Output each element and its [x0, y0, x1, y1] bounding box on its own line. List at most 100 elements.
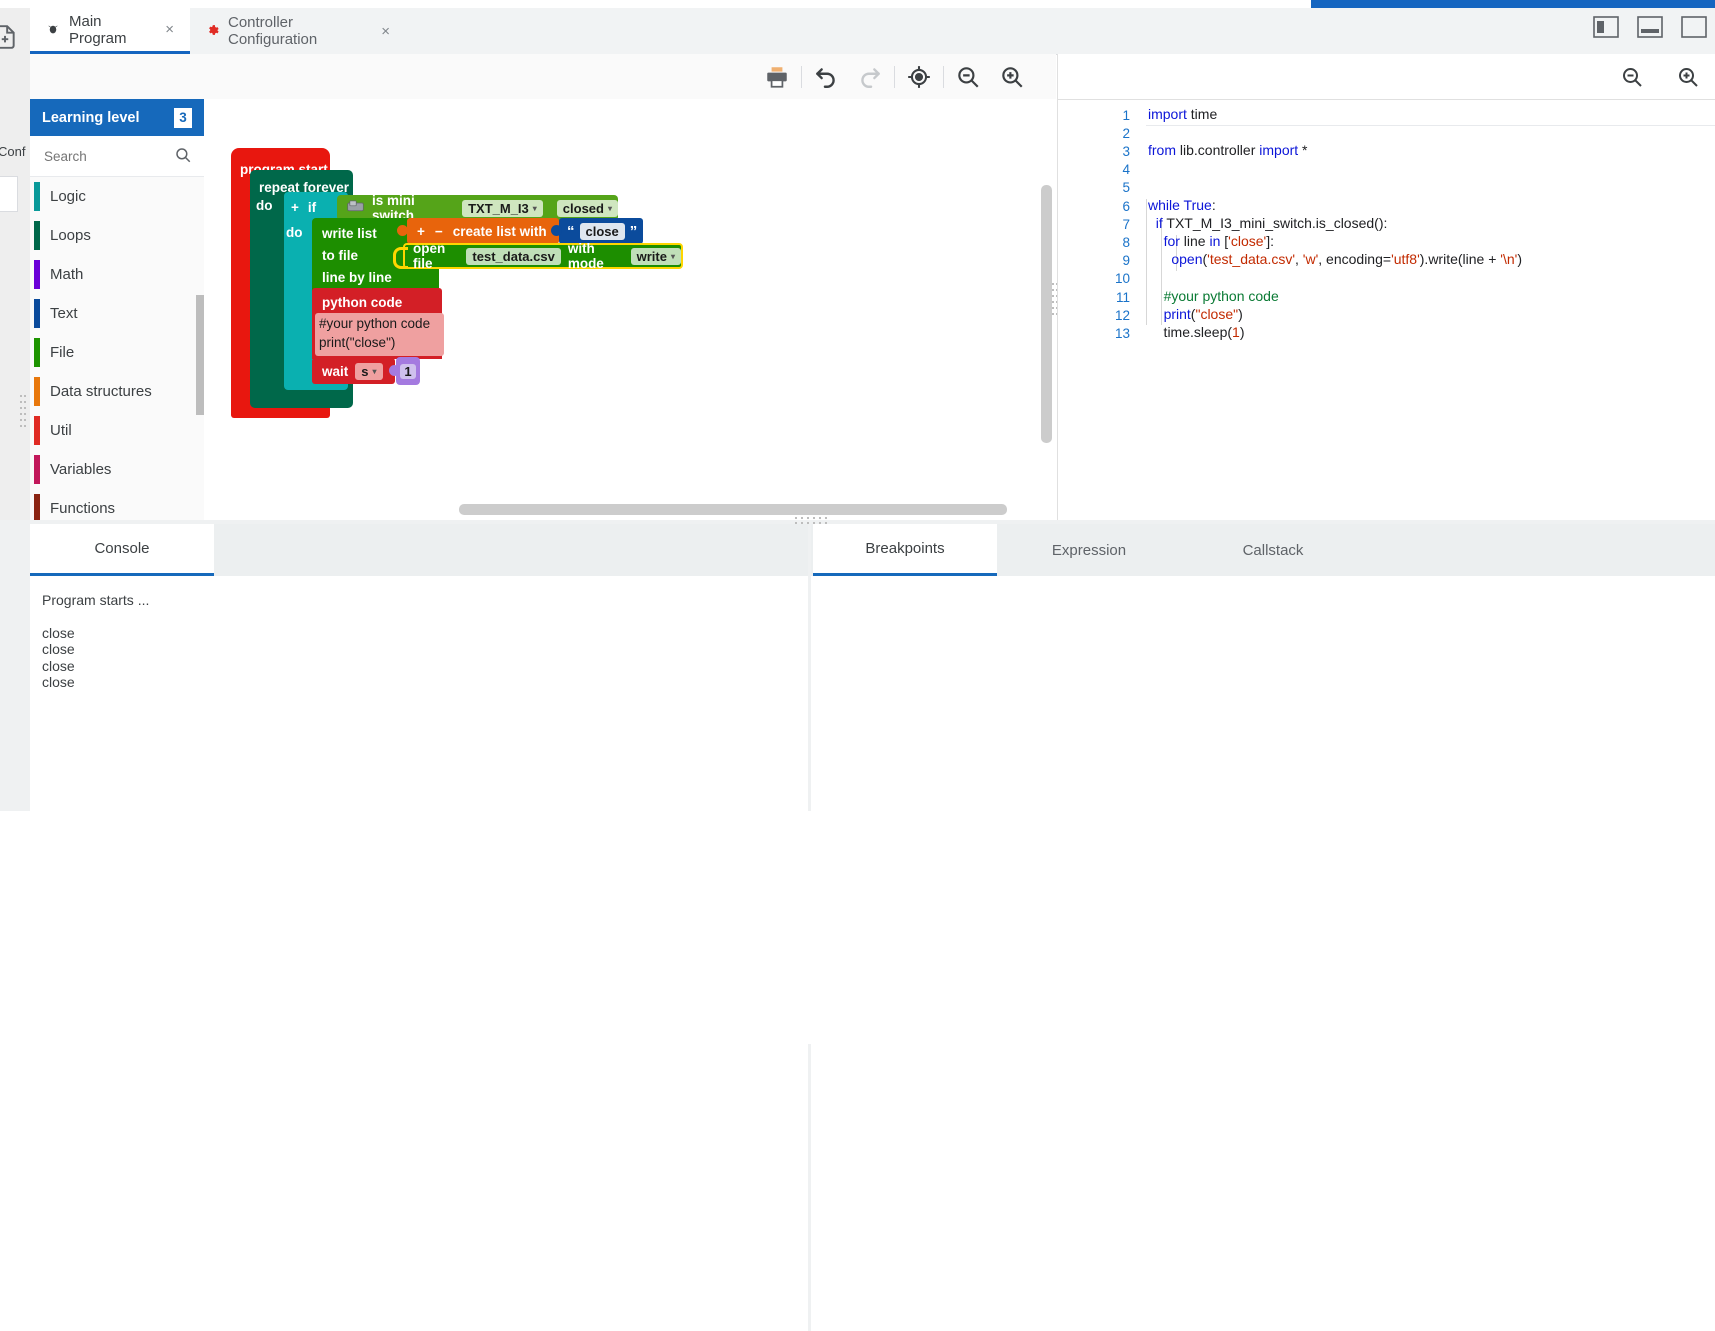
- block-list-minus[interactable]: −: [435, 224, 443, 239]
- tab-label: Controller Configuration: [228, 14, 318, 48]
- block-label: line by line: [322, 270, 392, 285]
- minimize-icon[interactable]: [1637, 16, 1663, 38]
- window-top-strip: [0, 0, 1715, 8]
- line-number: 7: [1122, 217, 1130, 232]
- debug-panel: Breakpoints Expression Callstack: [811, 524, 1715, 811]
- line-number: 3: [1122, 144, 1130, 159]
- search-input[interactable]: [42, 147, 166, 165]
- block-label: create list with: [452, 223, 547, 239]
- panel-divider[interactable]: [808, 1044, 811, 1331]
- dock-resize-grip[interactable]: [795, 517, 829, 525]
- console-line: close: [42, 624, 75, 641]
- tab-console[interactable]: Console: [30, 524, 214, 576]
- category-color-bar: [34, 299, 40, 328]
- tab-controller-configuration[interactable]: Controller Configuration ×: [190, 8, 406, 54]
- rail-conf-label: Conf: [0, 144, 26, 159]
- block-list-plus[interactable]: +: [417, 224, 425, 239]
- category-logic[interactable]: Logic: [30, 177, 204, 216]
- bug-icon: [46, 22, 60, 37]
- line-number: 13: [1114, 326, 1130, 341]
- tab-callstack[interactable]: Callstack: [1181, 524, 1365, 576]
- center-blocks-button[interactable]: [897, 54, 941, 99]
- block-label: if: [307, 200, 317, 215]
- block-palette: Learning level 3 Logic Loops Math: [30, 99, 205, 520]
- tab-label: Main Program: [69, 12, 127, 47]
- block-label: do: [256, 197, 273, 213]
- console-line: close: [42, 674, 75, 690]
- code-line: import time: [1148, 106, 1218, 122]
- category-label: Data structures: [50, 383, 152, 400]
- undo-button[interactable]: [804, 54, 848, 99]
- tab-main-program[interactable]: Main Program ×: [30, 8, 190, 54]
- tab-label: Expression: [1051, 541, 1127, 559]
- field-wait-value[interactable]: 1: [400, 363, 416, 379]
- new-file-icon[interactable]: [0, 24, 18, 50]
- code-panel: 1 2 3 4 5 6 7 8 9 10 11 12 13 import tim…: [1057, 54, 1715, 520]
- console-panel: Console Program starts ... close close c…: [30, 524, 808, 811]
- code-zoom-out-button[interactable]: [1610, 54, 1654, 99]
- category-functions[interactable]: Functions: [30, 489, 204, 520]
- category-list: Logic Loops Math Text File Data structur…: [30, 177, 204, 520]
- sidebar-toggle-icon[interactable]: [1593, 16, 1619, 38]
- close-icon[interactable]: ×: [381, 23, 390, 40]
- line-number: 8: [1122, 235, 1130, 250]
- close-icon[interactable]: ×: [165, 21, 174, 38]
- block-number-1[interactable]: 1: [396, 357, 420, 385]
- block-if-plus[interactable]: +: [284, 192, 299, 215]
- category-file[interactable]: File: [30, 333, 204, 372]
- code-line: from lib.controller import *: [1148, 142, 1308, 158]
- console-output[interactable]: Program starts ... close close close clo…: [30, 576, 808, 811]
- print-button[interactable]: [755, 54, 799, 99]
- zoom-in-button[interactable]: [990, 54, 1034, 99]
- field-switch-state[interactable]: closed ▾: [556, 199, 618, 217]
- zoom-out-button[interactable]: [946, 54, 990, 99]
- field-file-name[interactable]: test_data.csv: [466, 247, 561, 265]
- category-loops[interactable]: Loops: [30, 216, 204, 255]
- mini-switch-icon: [347, 200, 364, 216]
- category-data-structures[interactable]: Data structures: [30, 372, 204, 411]
- line-number: 4: [1122, 162, 1130, 177]
- tab-expression[interactable]: Expression: [997, 524, 1181, 576]
- tab-label: Callstack: [1242, 541, 1304, 559]
- category-color-bar: [34, 416, 40, 445]
- breakpoints-list[interactable]: [811, 576, 1715, 811]
- block-wait[interactable]: wait s ▾: [312, 358, 395, 384]
- code-editor[interactable]: 1 2 3 4 5 6 7 8 9 10 11 12 13 import tim…: [1058, 100, 1715, 520]
- category-variables[interactable]: Variables: [30, 450, 204, 489]
- field-text-value[interactable]: close: [579, 222, 625, 240]
- block-python-code[interactable]: python code: [312, 288, 442, 316]
- category-math[interactable]: Math: [30, 255, 204, 294]
- python-code-line: print("close"): [319, 335, 396, 350]
- field-switch-port[interactable]: TXT_M_I3 ▾: [462, 199, 543, 217]
- debug-tab-bar: Breakpoints Expression Callstack: [811, 524, 1715, 576]
- blockly-workspace[interactable]: program start repeat forever do + if do: [204, 99, 1056, 520]
- code-zoom-in-button[interactable]: [1666, 54, 1710, 99]
- code-toolbar: [1058, 54, 1715, 100]
- code-line: time.sleep(1): [1148, 324, 1245, 340]
- line-number: 10: [1114, 271, 1130, 286]
- palette-scrollbar[interactable]: [196, 295, 204, 415]
- category-color-bar: [34, 260, 40, 289]
- rail-thumbnail[interactable]: [0, 176, 18, 212]
- workspace-vertical-scrollbar[interactable]: [1041, 185, 1052, 443]
- search-icon[interactable]: [174, 146, 192, 167]
- tab-breakpoints[interactable]: Breakpoints: [813, 524, 997, 576]
- field-wait-unit[interactable]: s ▾: [355, 362, 383, 380]
- file-connector-hook: [393, 247, 408, 269]
- block-open-file[interactable]: open file test_data.csv with mode write ▾: [403, 241, 683, 271]
- maximize-icon[interactable]: [1681, 16, 1707, 38]
- text-connector-dot: [551, 225, 562, 236]
- palette-resize-grip[interactable]: [20, 395, 27, 447]
- workspace-horizontal-scrollbar[interactable]: [459, 504, 1007, 515]
- field-file-mode[interactable]: write ▾: [630, 247, 681, 265]
- python-code-textarea[interactable]: #your python code print("close"): [315, 313, 444, 356]
- learning-level-value: 3: [174, 107, 192, 128]
- category-util[interactable]: Util: [30, 411, 204, 450]
- window-accent-bar: [1311, 0, 1715, 8]
- category-text[interactable]: Text: [30, 294, 204, 333]
- block-label: write list: [322, 226, 377, 241]
- tab-bar: Main Program × Controller Configuration …: [30, 8, 1715, 55]
- learning-level-header[interactable]: Learning level 3: [30, 99, 204, 136]
- quote-close-icon: ”: [629, 222, 638, 240]
- redo-button[interactable]: [848, 54, 892, 99]
